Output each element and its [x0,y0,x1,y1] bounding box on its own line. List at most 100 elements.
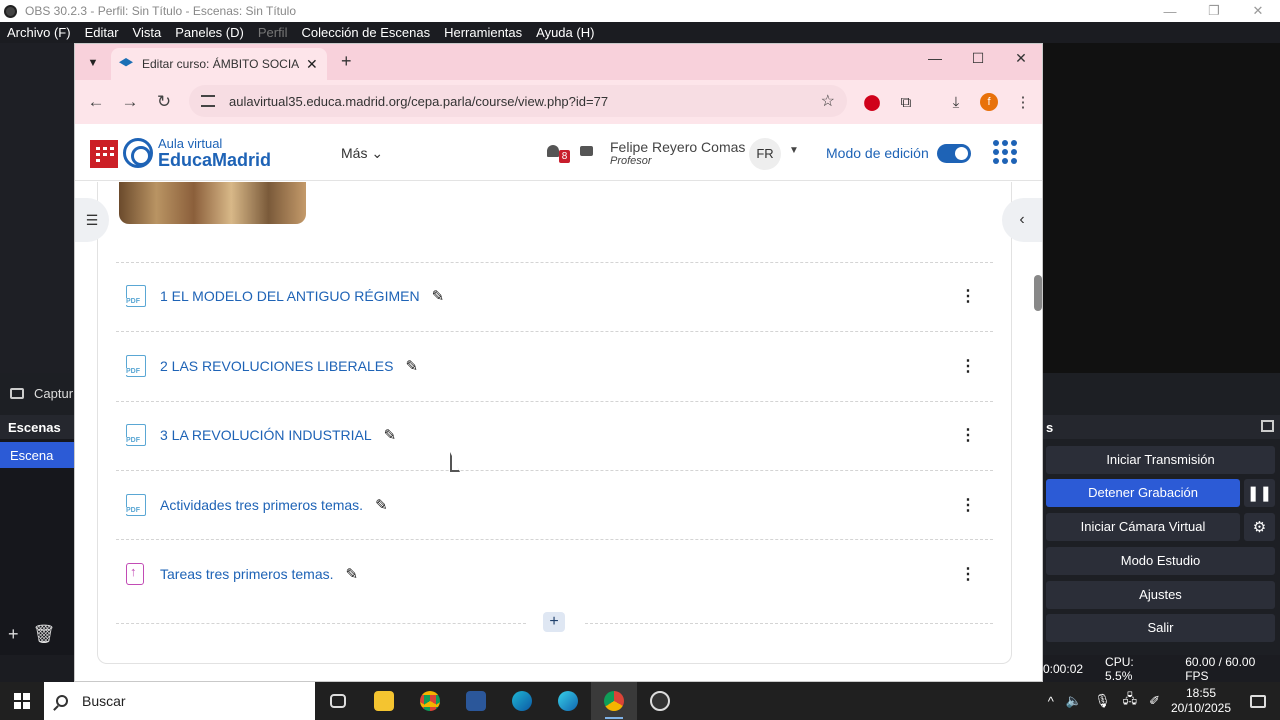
activity-link[interactable]: 2 LAS REVOLUCIONES LIBERALES [160,358,393,374]
menu-coleccion-escenas[interactable]: Colección de Escenas [294,25,437,40]
menu-ayuda[interactable]: Ayuda (H) [529,25,601,40]
menu-herramientas[interactable]: Herramientas [437,25,529,40]
activity-actions-icon[interactable]: ⋮ [960,356,976,376]
tab-course-edit[interactable]: Editar curso: ÁMBITO SOCIAL N ✕ [111,48,327,80]
obs-window-title: OBS 30.2.3 - Perfil: Sin Título - Escena… [25,4,297,18]
activity-actions-icon[interactable]: ⋮ [960,564,976,584]
studio-mode-button[interactable]: Modo Estudio [1046,547,1275,575]
menu-vista[interactable]: Vista [126,25,169,40]
word-button[interactable] [453,682,499,720]
folder-icon [374,691,394,711]
chevron-up-icon[interactable]: ^ [1048,694,1054,709]
user-avatar[interactable]: FR [749,138,781,170]
start-button[interactable] [0,682,44,720]
menu-archivo[interactable]: Archivo (F) [0,25,78,40]
download-icon[interactable]: ⤓ [945,91,967,113]
edit-pencil-icon[interactable]: ✎ [384,426,397,444]
task-view-button[interactable] [315,682,361,720]
menu-perfil[interactable]: Perfil [251,25,295,40]
edit-pencil-icon[interactable]: ✎ [346,565,359,583]
chrome-profile-button[interactable] [591,682,637,720]
pen-icon[interactable]: ✐ [1149,693,1160,709]
chevron-down-icon[interactable]: ▼ [789,145,799,156]
activity-actions-icon[interactable]: ⋮ [960,495,976,515]
add-scene-icon[interactable]: + [8,624,19,645]
chat-icon[interactable] [580,146,593,156]
word-icon [466,691,486,711]
edit-mode-toggle[interactable] [937,144,971,163]
close-icon[interactable]: ✕ [1236,0,1280,22]
brand-subtitle[interactable]: Aula virtual [158,136,222,151]
edit-pencil-icon[interactable]: ✎ [432,287,445,305]
more-menu[interactable]: Más ⌄ [341,145,383,162]
activity-item[interactable]: 1 EL MODELO DEL ANTIGUO RÉGIMEN ✎ ⋮ [126,284,996,308]
new-tab-icon[interactable]: + [341,51,352,72]
network-icon[interactable]: 🖧 [1123,690,1138,712]
site-info-icon[interactable] [201,95,215,107]
activity-item[interactable]: Actividades tres primeros temas. ✎ ⋮ [126,493,996,517]
microphone-icon[interactable]: 🎙 [1094,693,1111,709]
activity-link[interactable]: 1 EL MODELO DEL ANTIGUO RÉGIMEN [160,288,420,304]
extensions-icon[interactable]: ⧉ [895,91,917,113]
user-name: Felipe Reyero Comas [610,139,746,155]
chrome-button[interactable] [407,682,453,720]
tab-search-icon[interactable]: ▼ [83,53,103,73]
notification-icon[interactable] [1250,694,1266,708]
edge-dev-button[interactable] [545,682,591,720]
close-icon[interactable]: ✕ [1000,50,1042,67]
activity-item[interactable]: 2 LAS REVOLUCIONES LIBERALES ✎ ⋮ [126,354,996,378]
activity-actions-icon[interactable]: ⋮ [960,425,976,445]
bell-icon[interactable] [547,145,559,157]
activity-link[interactable]: 3 LA REVOLUCIÓN INDUSTRIAL [160,427,372,443]
block-drawer-toggle[interactable]: ‹ [1002,198,1042,242]
speaker-icon[interactable]: 🔈 [1066,693,1082,709]
maximize-icon[interactable]: ☐ [957,50,999,67]
cpu-usage: CPU: 5.5% [1105,654,1134,683]
clock[interactable]: 18:55 20/10/2025 [1166,686,1236,716]
apps-grid-icon[interactable] [993,140,1017,164]
exit-button[interactable]: Salir [1046,614,1275,642]
reload-icon[interactable]: ↻ [147,92,181,112]
forward-icon[interactable]: → [113,92,147,112]
brand-name[interactable]: EducaMadrid [158,150,271,171]
activity-link[interactable]: Actividades tres primeros temas. [160,497,363,513]
menu-kebab-icon[interactable]: ⋮ [1012,91,1034,113]
file-explorer-button[interactable] [361,682,407,720]
address-bar[interactable]: aulavirtual35.educa.madrid.org/cepa.parl… [189,85,847,117]
edit-mode-label: Modo de edición [826,145,929,161]
activity-link[interactable]: Tareas tres primeros temas. [160,566,334,582]
activity-actions-icon[interactable]: ⋮ [960,286,976,306]
settings-button[interactable]: Ajustes [1046,581,1275,609]
edge-button[interactable] [499,682,545,720]
delete-scene-icon[interactable]: 🗑 [33,624,56,645]
edit-pencil-icon[interactable]: ✎ [375,496,388,514]
bookmark-star-icon[interactable]: ☆ [821,91,835,111]
activity-item[interactable]: Tareas tres primeros temas. ✎ ⋮ [126,562,996,586]
virtual-camera-button[interactable]: Iniciar Cámara Virtual [1046,513,1240,541]
moodle-navbar: Aula virtual EducaMadrid Más ⌄ 8 Felipe … [75,124,1042,181]
edit-pencil-icon[interactable]: ✎ [405,357,418,375]
stop-record-button[interactable]: Detener Grabación [1046,479,1240,507]
list-icon: ☰ [85,211,99,228]
restore-icon[interactable]: ❐ [1192,0,1236,22]
obs-source-bar[interactable]: Captur [0,373,74,413]
menu-editar[interactable]: Editar [78,25,126,40]
activity-item[interactable]: 3 LA REVOLUCIÓN INDUSTRIAL ✎ ⋮ [126,423,996,447]
start-stream-button[interactable]: Iniciar Transmisión [1046,446,1275,474]
undock-icon[interactable] [1261,420,1274,432]
back-icon[interactable]: ← [79,92,113,112]
profile-avatar[interactable]: f [978,91,1000,113]
close-tab-icon[interactable]: ✕ [306,56,318,73]
obs-button[interactable] [637,682,683,720]
page-scrollbar[interactable] [1034,275,1042,311]
pause-icon[interactable]: ❚❚ [1244,479,1275,507]
edge-dev-icon [558,691,578,711]
gear-icon[interactable]: ⚙ [1244,513,1275,541]
adblock-extension-icon[interactable]: ⬤ [861,91,883,113]
minimize-icon[interactable]: — [1148,0,1192,22]
minimize-icon[interactable]: — [914,50,956,66]
taskbar-search[interactable]: Buscar [44,682,315,720]
scene-item[interactable]: Escena [0,442,74,468]
add-content-button[interactable]: + [543,612,565,632]
menu-paneles[interactable]: Paneles (D) [168,25,251,40]
